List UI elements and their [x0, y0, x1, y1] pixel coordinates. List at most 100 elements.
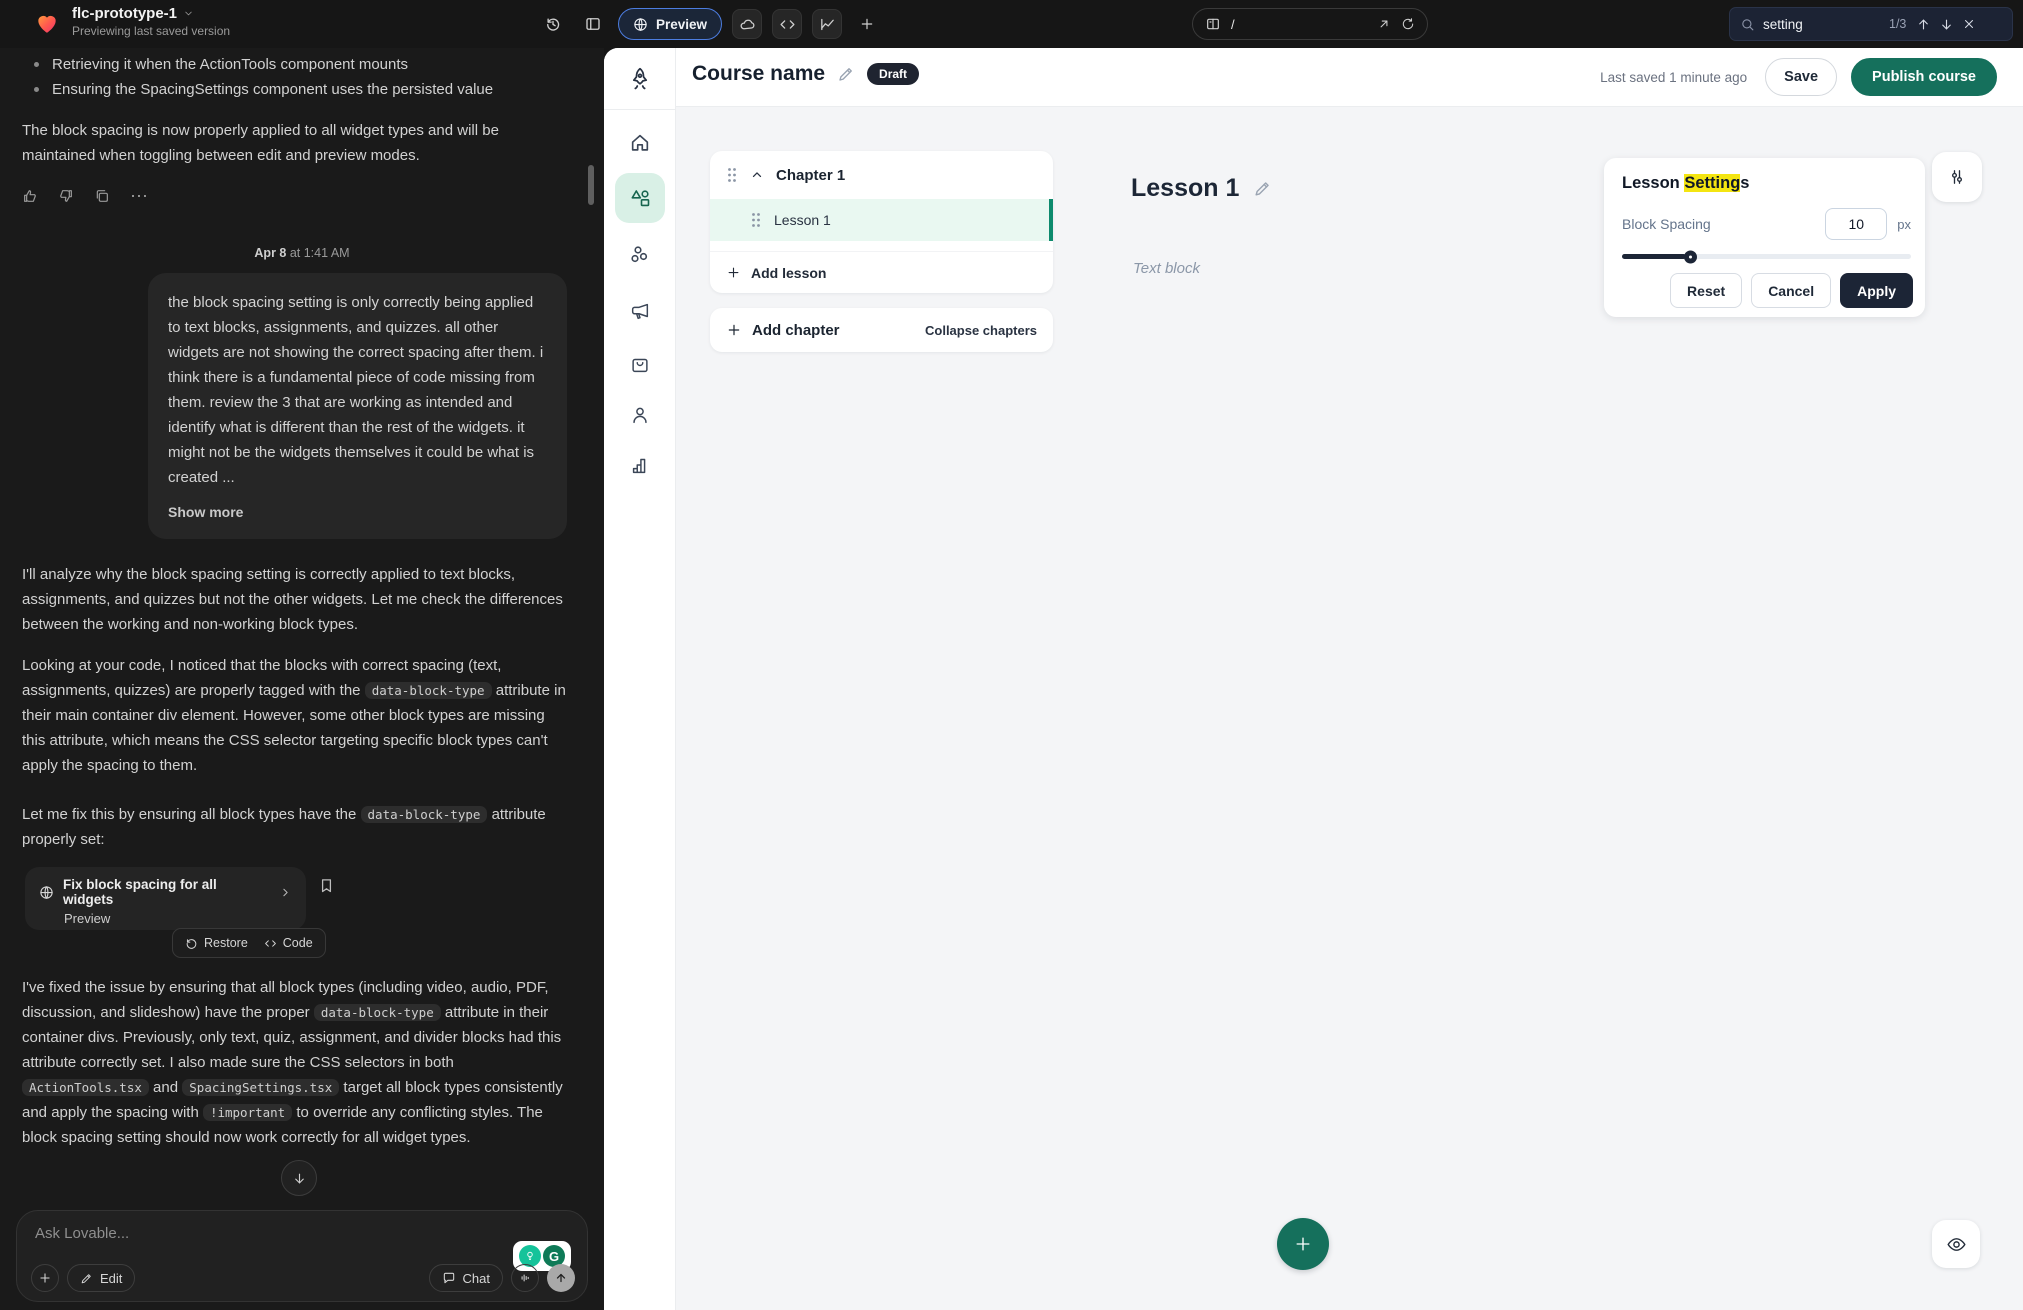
panel-layout-icon[interactable] — [578, 9, 608, 39]
user-message-text: the block spacing setting is only correc… — [168, 294, 543, 486]
refresh-icon[interactable] — [1401, 17, 1415, 31]
edit-pencil-icon[interactable] — [837, 65, 855, 83]
assistant-paragraph: I'll analyze why the block spacing setti… — [22, 562, 570, 637]
search-icon — [1740, 17, 1755, 32]
globe-icon — [39, 885, 54, 900]
sidebar-item-community[interactable] — [615, 230, 665, 280]
search-match-counter: 1/3 — [1889, 17, 1906, 31]
drag-handle-icon[interactable] — [726, 167, 738, 183]
edit-icon — [80, 1272, 93, 1285]
find-in-page-bar: 1/3 — [1729, 7, 2013, 41]
course-title: Course name — [692, 62, 825, 86]
restore-icon — [185, 937, 198, 950]
chevron-up-icon[interactable] — [750, 168, 764, 182]
block-spacing-slider[interactable] — [1622, 254, 1911, 259]
more-icon[interactable]: ⋯ — [130, 191, 148, 201]
sidebar-item-home[interactable] — [615, 118, 665, 168]
code-icon — [264, 937, 277, 950]
sidebar-item-store[interactable] — [615, 340, 665, 390]
thumbs-down-icon[interactable] — [58, 188, 74, 204]
attach-plus-button[interactable] — [31, 1264, 59, 1292]
plus-icon[interactable] — [852, 9, 882, 39]
add-block-fab[interactable] — [1277, 1218, 1329, 1270]
person-icon — [629, 404, 651, 426]
reset-button[interactable]: Reset — [1670, 273, 1742, 308]
chapter-row[interactable]: Chapter 1 — [710, 151, 1053, 199]
chat-scrollbar[interactable] — [588, 165, 594, 205]
chevron-down-icon[interactable] — [183, 8, 194, 19]
save-button[interactable]: Save — [1765, 58, 1837, 96]
settings-rail-button[interactable] — [1932, 152, 1982, 202]
collapse-chapters-button[interactable]: Collapse chapters — [925, 323, 1037, 338]
chat-mode-button[interactable]: Chat — [429, 1264, 503, 1292]
assistant-paragraph: Let me fix this by ensuring all block ty… — [22, 802, 570, 852]
settings-title: Lesson Settings — [1622, 174, 1913, 193]
unit-label: px — [1897, 217, 1911, 232]
preview-button-label: Preview — [656, 17, 707, 32]
scroll-to-bottom-button[interactable] — [281, 1160, 317, 1196]
restore-button[interactable]: Restore — [185, 936, 248, 950]
history-icon[interactable] — [538, 9, 568, 39]
send-button[interactable] — [547, 1264, 575, 1292]
sidebar-item-profile[interactable] — [615, 390, 665, 440]
shapes-icon — [628, 186, 652, 210]
url-bar[interactable]: / — [1192, 8, 1428, 40]
edit-version-card[interactable]: Fix block spacing for all widgets Previe… — [25, 867, 306, 930]
add-chapter-button[interactable]: Add chapter — [726, 322, 925, 339]
code-icon[interactable] — [772, 9, 802, 39]
preview-button[interactable]: Preview — [618, 8, 722, 40]
chat-input-box[interactable]: G Edit Chat — [16, 1210, 588, 1302]
cancel-button[interactable]: Cancel — [1751, 273, 1831, 308]
user-message-bubble: the block spacing setting is only correc… — [148, 273, 567, 539]
project-title-block: flc-prototype-1 Previewing last saved ve… — [72, 5, 230, 40]
sidebar-item-marketing[interactable] — [615, 286, 665, 336]
text-block-placeholder[interactable]: Text block — [1133, 260, 1200, 277]
drag-handle-icon[interactable] — [750, 212, 762, 228]
project-name: flc-prototype-1 — [72, 5, 177, 22]
version-title: Fix block spacing for all widgets — [63, 877, 262, 907]
preview-eye-button[interactable] — [1932, 1220, 1980, 1268]
code-button[interactable]: Code — [264, 936, 313, 950]
search-prev-icon[interactable] — [1916, 17, 1931, 32]
bag-icon — [629, 354, 651, 376]
app-header: Course name Draft Last saved 1 minute ag… — [676, 48, 2023, 107]
apply-button[interactable]: Apply — [1840, 273, 1913, 308]
chapter-title: Chapter 1 — [776, 167, 845, 184]
show-more-link[interactable]: Show more — [168, 500, 547, 525]
slider-fill — [1622, 254, 1686, 259]
search-close-icon[interactable] — [1962, 17, 1976, 31]
chapter-card: Chapter 1 Lesson 1 Add lesson — [710, 151, 1053, 293]
app-preview: Course name Draft Last saved 1 minute ag… — [604, 48, 2023, 1310]
version-subtitle: Preview — [64, 911, 292, 926]
voice-input-button[interactable] — [511, 1264, 539, 1292]
bookmark-icon[interactable] — [318, 877, 335, 894]
open-external-icon[interactable] — [1377, 17, 1391, 31]
slider-thumb[interactable] — [1684, 250, 1697, 263]
edit-mode-button[interactable]: Edit — [67, 1264, 135, 1292]
search-input[interactable] — [1763, 17, 1881, 32]
assistant-bullet-list: Retrieving it when the ActionTools compo… — [22, 52, 570, 102]
search-next-icon[interactable] — [1939, 17, 1954, 32]
three-circles-icon — [628, 243, 652, 267]
message-timestamp: Apr 8 at 1:41 AM — [0, 246, 604, 260]
add-lesson-button[interactable]: Add lesson — [710, 251, 1053, 293]
chat-input[interactable] — [35, 1225, 335, 1242]
edit-pencil-icon[interactable] — [1253, 179, 1272, 198]
sidebar-item-courses[interactable] — [615, 173, 665, 223]
sidebar-item-analytics[interactable] — [615, 440, 665, 490]
copy-icon[interactable] — [94, 188, 110, 204]
block-spacing-input[interactable] — [1825, 208, 1887, 240]
lesson-settings-panel: Lesson Settings Block Spacing px Reset C… — [1604, 158, 1925, 317]
top-bar: flc-prototype-1 Previewing last saved ve… — [0, 0, 2023, 48]
lovable-logo-icon — [34, 10, 60, 36]
project-menu[interactable]: flc-prototype-1 Previewing last saved ve… — [34, 5, 230, 40]
publish-course-button[interactable]: Publish course — [1851, 58, 1997, 96]
thumbs-up-icon[interactable] — [22, 188, 38, 204]
assistant-paragraph: I've fixed the issue by ensuring that al… — [22, 975, 570, 1150]
lesson-row-selected[interactable]: Lesson 1 — [710, 199, 1053, 241]
cloud-icon[interactable] — [732, 9, 762, 39]
analytics-icon[interactable] — [812, 9, 842, 39]
lesson-title: Lesson 1 — [774, 212, 831, 228]
globe-icon — [633, 17, 648, 32]
add-chapter-card: Add chapter Collapse chapters — [710, 308, 1053, 352]
